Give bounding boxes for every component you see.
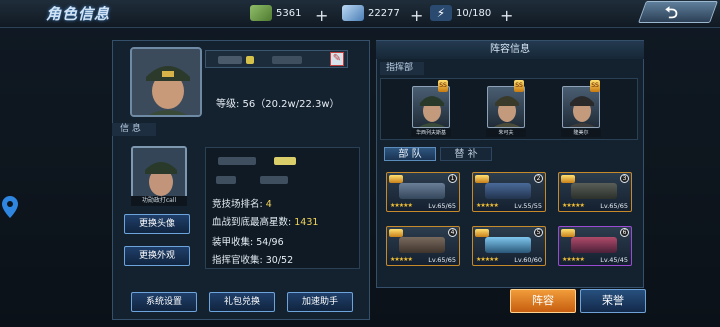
tank-number: 6 xyxy=(620,228,629,237)
commander-slot-2[interactable] xyxy=(487,86,525,128)
cash-resource: 5361 xyxy=(250,4,301,22)
tank-number: 3 xyxy=(620,174,629,183)
rank-badge-1: SS xyxy=(438,80,448,92)
rank-badge-3: SS xyxy=(590,80,600,92)
tank-stars: ★★★★★ xyxy=(390,256,413,263)
tank-number: 2 xyxy=(534,174,543,183)
rank-badge-2: SS xyxy=(514,80,524,92)
tab-substitutes[interactable]: 替 补 xyxy=(440,147,492,161)
tank-level: Lv.65/65 xyxy=(600,202,628,210)
avatar-name: 功勋政打call xyxy=(131,196,187,206)
tab-troops[interactable]: 部 队 xyxy=(384,147,436,161)
page-title: 角色信息 xyxy=(46,5,111,23)
diamond-resource: 22277 xyxy=(342,4,400,22)
energy-bolt-icon: ⚡ xyxy=(430,5,452,21)
back-button[interactable] xyxy=(637,1,719,23)
tank-slot-2[interactable]: 2 ★★★★★ Lv.55/55 xyxy=(472,172,546,212)
stat-armor-collection: 装甲收集: 54/96 xyxy=(212,237,284,248)
tank-level: Lv.45/45 xyxy=(600,256,628,264)
commander-slot-1[interactable] xyxy=(412,86,450,128)
tank-slot-4[interactable]: 4 ★★★★★ Lv.65/65 xyxy=(386,226,460,266)
tank-level: Lv.65/65 xyxy=(428,256,456,264)
energy-value: 10/180 xyxy=(456,7,492,19)
honor-button[interactable]: 荣誉 xyxy=(580,289,646,313)
tank-rank-badge xyxy=(475,175,489,183)
info-tab: 信 息 xyxy=(112,123,156,136)
commander-name-3: 隆美尔 xyxy=(561,129,601,137)
change-look-button[interactable]: 更换外观 xyxy=(124,246,190,266)
add-cash-button[interactable]: + xyxy=(315,6,328,25)
back-arrow-icon: ⮌ xyxy=(665,3,678,22)
stat-max-stars: 血战到底最高星数: 1431 xyxy=(212,217,319,228)
lineup-title: 阵容信息 xyxy=(376,41,644,59)
tank-level: Lv.55/55 xyxy=(514,202,542,210)
tank-slot-3[interactable]: 3 ★★★★★ Lv.65/65 xyxy=(558,172,632,212)
tank-stars: ★★★★★ xyxy=(562,202,585,209)
tank-image xyxy=(571,183,617,199)
tank-slot-5[interactable]: 5 ★★★★★ Lv.60/60 xyxy=(472,226,546,266)
commander-slot-3[interactable] xyxy=(562,86,600,128)
tank-rank-badge xyxy=(389,229,403,237)
energy-resource: ⚡ 10/180 xyxy=(430,4,491,22)
cash-value: 5361 xyxy=(276,7,302,19)
tank-slot-1[interactable]: 1 ★★★★★ Lv.65/65 xyxy=(386,172,460,212)
speed-assistant-button[interactable]: 加速助手 xyxy=(287,292,353,312)
tank-image xyxy=(571,237,617,253)
tank-image xyxy=(485,237,531,253)
diamond-icon xyxy=(342,5,364,21)
tank-stars: ★★★★★ xyxy=(476,256,499,263)
lineup-button[interactable]: 阵容 xyxy=(510,289,576,313)
commander-portrait xyxy=(130,47,202,117)
tank-rank-badge xyxy=(561,229,575,237)
change-avatar-button[interactable]: 更换头像 xyxy=(124,214,190,234)
tank-number: 1 xyxy=(448,174,457,183)
stat-commander-collection: 指挥官收集: 30/52 xyxy=(212,255,294,266)
player-name-bar xyxy=(205,50,348,68)
location-pin-icon[interactable] xyxy=(2,196,18,218)
diamond-value: 22277 xyxy=(368,7,400,19)
tank-image xyxy=(485,183,531,199)
stat-arena-rank: 竞技场排名: 4 xyxy=(212,199,272,210)
tank-stars: ★★★★★ xyxy=(390,202,413,209)
tank-slot-6[interactable]: 6 ★★★★★ Lv.45/45 xyxy=(558,226,632,266)
tank-stars: ★★★★★ xyxy=(476,202,499,209)
tank-number: 5 xyxy=(534,228,543,237)
gift-redeem-button[interactable]: 礼包兑换 xyxy=(209,292,275,312)
tank-rank-badge xyxy=(389,175,403,183)
system-settings-button[interactable]: 系统设置 xyxy=(131,292,197,312)
cash-stack-icon xyxy=(250,5,272,21)
tank-image xyxy=(399,183,445,199)
commander-tab: 指挥部 xyxy=(380,62,424,75)
tank-image xyxy=(399,237,445,253)
level-text: 等级: 56（20.2w/22.3w） xyxy=(216,99,340,110)
add-diamond-button[interactable]: + xyxy=(410,6,423,25)
edit-name-icon[interactable]: ✎ xyxy=(330,52,344,66)
tank-level: Lv.65/65 xyxy=(428,202,456,210)
tank-rank-badge xyxy=(561,175,575,183)
add-energy-button[interactable]: + xyxy=(500,6,513,25)
tank-stars: ★★★★★ xyxy=(562,256,585,263)
commander-name-1: 华西列夫斯基 xyxy=(411,129,451,137)
tank-level: Lv.60/60 xyxy=(514,256,542,264)
commander-name-2: 朱可夫 xyxy=(486,129,526,137)
tank-number: 4 xyxy=(448,228,457,237)
tank-rank-badge xyxy=(475,229,489,237)
